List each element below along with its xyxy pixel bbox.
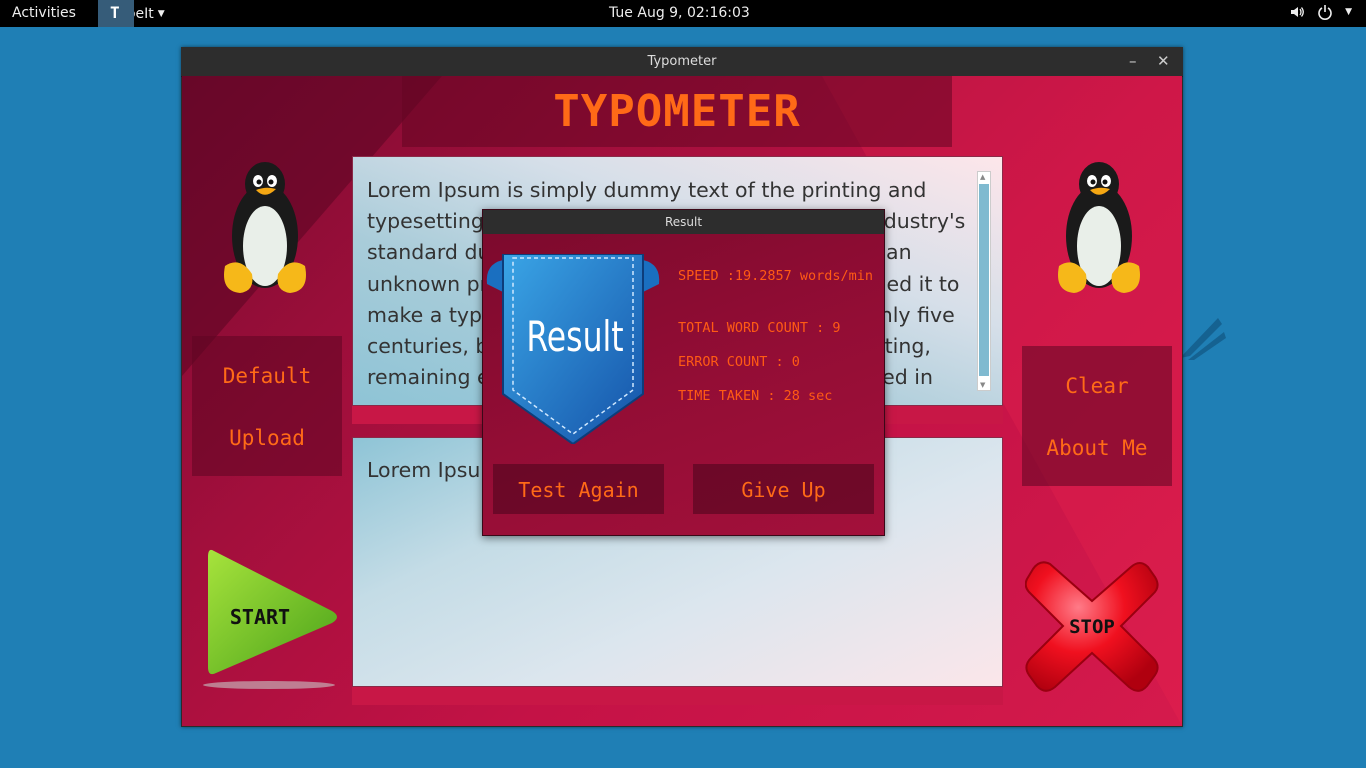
chevron-down-icon: ▼	[1345, 7, 1352, 17]
result-dialog: Result Result SPEED :19.2857 words/min T…	[482, 209, 885, 536]
divider-strip	[352, 687, 1003, 705]
app-icon: T	[98, 0, 134, 27]
scrollbar[interactable]: ▲ ▼	[977, 171, 991, 391]
activities-button[interactable]: Activities	[12, 5, 76, 21]
time-taken-stat: TIME TAKEN : 28 sec	[678, 388, 833, 404]
give-up-button[interactable]: Give Up	[693, 464, 874, 514]
close-icon[interactable]: ✕	[1157, 52, 1170, 70]
stop-label: STOP	[1069, 616, 1115, 638]
window-title: Typometer	[647, 54, 717, 69]
dialog-body: Result SPEED :19.2857 words/min TOTAL WO…	[483, 234, 884, 535]
start-button[interactable]: START	[202, 543, 342, 703]
dialog-title[interactable]: Result	[483, 210, 884, 234]
clear-button[interactable]: Clear	[1022, 374, 1172, 398]
system-menu[interactable]: ▼	[1289, 4, 1352, 24]
app-heading: TYPOMETER	[553, 86, 801, 137]
chevron-down-icon: ▼	[157, 8, 165, 19]
total-word-count-stat: TOTAL WORD COUNT : 9	[678, 320, 841, 336]
typed-text: Lorem Ipsum	[367, 458, 501, 482]
minimize-icon[interactable]: –	[1129, 52, 1137, 70]
volume-icon	[1289, 4, 1305, 24]
error-count-stat: ERROR COUNT : 0	[678, 354, 800, 370]
scrollbar-thumb[interactable]	[979, 184, 989, 376]
stop-button[interactable]: STOP	[1024, 559, 1160, 694]
scroll-down-icon[interactable]: ▼	[980, 381, 985, 389]
upload-button[interactable]: Upload	[192, 426, 342, 450]
power-icon	[1317, 4, 1333, 24]
penguin-icon	[224, 162, 306, 293]
app-menu[interactable]: T TypeIt ▼	[98, 0, 165, 27]
scroll-up-icon[interactable]: ▲	[980, 173, 985, 181]
top-bar: Activities T TypeIt ▼ Tue Aug 9, 02:16:0…	[0, 0, 1366, 27]
penguin-icon	[1058, 162, 1140, 293]
right-button-panel	[1022, 346, 1172, 486]
test-again-button[interactable]: Test Again	[493, 464, 664, 514]
left-button-panel	[192, 336, 342, 476]
ribbon-label: Result	[526, 312, 624, 361]
start-label: START	[229, 605, 291, 629]
speed-stat: SPEED :19.2857 words/min	[678, 268, 874, 284]
about-me-button[interactable]: About Me	[1022, 436, 1172, 460]
window-titlebar[interactable]: Typometer – ✕	[181, 47, 1183, 77]
bird-icon	[1180, 318, 1226, 360]
clock[interactable]: Tue Aug 9, 02:16:03	[609, 5, 750, 21]
default-button[interactable]: Default	[192, 364, 342, 388]
